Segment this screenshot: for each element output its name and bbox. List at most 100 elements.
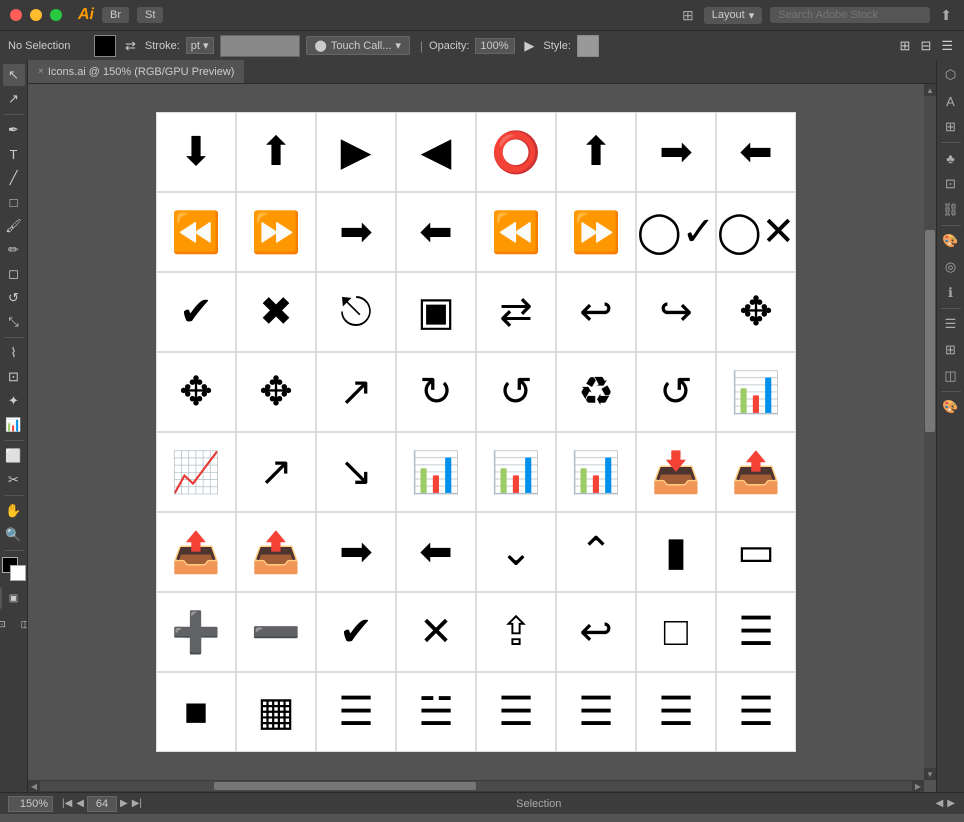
scroll-down-button[interactable]: ▼ bbox=[924, 768, 936, 780]
fill-container-btn[interactable]: ⊡ bbox=[0, 613, 13, 635]
pathfinder-btn[interactable]: ⊞ bbox=[940, 339, 962, 361]
icon-arrow-left-box[interactable]: ⬅ bbox=[396, 512, 476, 592]
scroll-left-button[interactable]: ◀ bbox=[28, 780, 40, 792]
search-stock-input[interactable] bbox=[770, 7, 930, 23]
gradient-mode-btn[interactable]: ▣ bbox=[3, 587, 25, 609]
maximize-button[interactable] bbox=[50, 9, 62, 21]
icon-check-circle-filled[interactable]: ✔ bbox=[156, 272, 236, 352]
icon-circle-arrow-up[interactable]: ⬆︎ bbox=[556, 112, 636, 192]
zoom-input[interactable] bbox=[8, 796, 53, 812]
last-page-btn[interactable]: ▶| bbox=[131, 796, 143, 812]
zoom-tool[interactable]: 🔍 bbox=[3, 524, 25, 546]
close-button[interactable] bbox=[10, 9, 22, 21]
type-tool[interactable]: T bbox=[3, 143, 25, 165]
icon-refresh-ccw[interactable]: ↺ bbox=[476, 352, 556, 432]
stroke-value[interactable]: pt ▾ bbox=[186, 37, 214, 54]
pen-tool[interactable]: ✒ bbox=[3, 119, 25, 141]
libraries-button[interactable]: A bbox=[940, 90, 962, 112]
line-tool[interactable]: ╱ bbox=[3, 167, 25, 189]
h-scroll-track[interactable] bbox=[40, 781, 912, 791]
icon-circle-arrow-right[interactable]: ➡ bbox=[636, 112, 716, 192]
icon-arrow-left-filled[interactable]: ◀ bbox=[396, 112, 476, 192]
icon-arrow-down-filled[interactable]: ⬇ bbox=[156, 112, 236, 192]
recolor-btn[interactable]: 🎨 bbox=[940, 230, 962, 252]
icon-reply[interactable]: ↩ bbox=[556, 592, 636, 672]
icon-grid-2x2[interactable]: ■ bbox=[156, 672, 236, 752]
rotate-tool[interactable]: ↺ bbox=[3, 287, 25, 309]
icon-tab-action[interactable]: ▣ bbox=[396, 272, 476, 352]
scroll-right-button[interactable]: ▶ bbox=[912, 780, 924, 792]
align-panel-btn[interactable]: ☰ bbox=[940, 313, 962, 335]
icon-share[interactable]: ⇪ bbox=[476, 592, 556, 672]
icon-arrow-right-box[interactable]: ➡ bbox=[316, 512, 396, 592]
scroll-up-button[interactable]: ▲ bbox=[924, 84, 936, 96]
icon-chevron-up-box[interactable]: ⌃ bbox=[556, 512, 636, 592]
h-scroll-thumb[interactable] bbox=[214, 782, 476, 790]
canvas[interactable]: ⬇ ⬆ ▶ ◀ ⭕ ⬆︎ ➡ ⬅ ⏪ ⏩ ➡ ⬅ ⏪ ⏩ ◯✓ ◯✕ bbox=[28, 84, 924, 780]
icon-x-circle-filled[interactable]: ✖ bbox=[236, 272, 316, 352]
icon-circle-x[interactable]: ◯✕ bbox=[716, 192, 796, 272]
icon-list-indent[interactable]: ☰ bbox=[636, 672, 716, 752]
hand-tool[interactable]: ✋ bbox=[3, 500, 25, 522]
opacity-input[interactable] bbox=[475, 38, 515, 54]
slice-tool[interactable]: ✂ bbox=[3, 469, 25, 491]
icon-list-3[interactable]: ☰ bbox=[476, 672, 556, 752]
status-prev-btn[interactable]: ◀ bbox=[935, 797, 945, 810]
fill-color-swatch[interactable] bbox=[94, 35, 116, 57]
icon-open-external[interactable]: 📤 bbox=[156, 512, 236, 592]
column-graph-tool[interactable]: 📊 bbox=[3, 414, 25, 436]
icon-window-close[interactable]: ✕ bbox=[396, 592, 476, 672]
cc-libraries-btn[interactable]: ♣ bbox=[940, 147, 962, 169]
direct-select-tool[interactable]: ↗ bbox=[3, 88, 25, 110]
icon-list-2[interactable]: ☱ bbox=[396, 672, 476, 752]
icon-refresh-cw[interactable]: ↻ bbox=[396, 352, 476, 432]
icon-circle-right-outline[interactable]: ⏩ bbox=[236, 192, 316, 272]
icon-circle-left-outline[interactable]: ⏪ bbox=[156, 192, 236, 272]
artboard-tool[interactable]: ⬜ bbox=[3, 445, 25, 467]
color-btn[interactable]: 🎨 bbox=[940, 396, 962, 418]
menu-button[interactable]: ☰ bbox=[938, 37, 956, 55]
icon-circle-arrow-left-outline[interactable]: ⬅ bbox=[396, 192, 476, 272]
warp-tool[interactable]: ⌇ bbox=[3, 342, 25, 364]
icon-terminal[interactable]: ▮ bbox=[636, 512, 716, 592]
icon-chart-board[interactable]: 📊 bbox=[556, 432, 636, 512]
links-btn[interactable]: ⛓ bbox=[940, 199, 962, 221]
export-button[interactable]: ⬡ bbox=[940, 64, 962, 86]
icon-list-detail[interactable]: ☰ bbox=[716, 592, 796, 672]
arrange-panels-button[interactable]: ⊞ bbox=[897, 37, 914, 55]
status-next-btn[interactable]: ▶ bbox=[946, 797, 956, 810]
opacity-expand-button[interactable]: ▶ bbox=[521, 37, 537, 55]
icon-recycle[interactable]: ♻ bbox=[556, 352, 636, 432]
symbol-sprayer-tool[interactable]: ✦ bbox=[3, 390, 25, 412]
icon-expand-diagonal[interactable]: ↗ bbox=[316, 352, 396, 432]
tab-close-icon[interactable]: × bbox=[38, 66, 44, 77]
document-tab[interactable]: × Icons.ai @ 150% (RGB/GPU Preview) bbox=[28, 60, 245, 83]
icon-undo[interactable]: ↩ bbox=[556, 272, 636, 352]
page-input[interactable] bbox=[87, 796, 117, 812]
appearance-btn[interactable]: ℹ bbox=[940, 282, 962, 304]
icon-redo[interactable]: ↪ bbox=[636, 272, 716, 352]
icon-arrow-up-filled[interactable]: ⬆ bbox=[236, 112, 316, 192]
scroll-thumb[interactable] bbox=[925, 230, 935, 432]
icon-circle-prev[interactable]: ⏪ bbox=[476, 192, 556, 272]
icon-circle-arrow-down[interactable]: ⭕ bbox=[476, 112, 556, 192]
icon-presentation-chart[interactable]: 📊 bbox=[396, 432, 476, 512]
icon-return[interactable]: ⎋ bbox=[316, 272, 396, 352]
icon-trending-down[interactable]: ↘ bbox=[316, 432, 396, 512]
eraser-tool[interactable]: ◻ bbox=[3, 263, 25, 285]
icon-bar-chart[interactable]: 📊 bbox=[716, 352, 796, 432]
icon-expand[interactable]: ✥ bbox=[156, 352, 236, 432]
properties-button[interactable]: ⊞ bbox=[940, 116, 962, 138]
icon-list-ordered[interactable]: ☰ bbox=[716, 672, 796, 752]
select-tool[interactable]: ↖ bbox=[3, 64, 25, 86]
scroll-track[interactable] bbox=[924, 96, 936, 768]
icon-circle-arrow-right-outline[interactable]: ➡ bbox=[316, 192, 396, 272]
icon-window[interactable]: ▭ bbox=[716, 512, 796, 592]
align-button[interactable]: ⊟ bbox=[917, 37, 934, 55]
icon-shrink[interactable]: ✥ bbox=[236, 352, 316, 432]
icon-presentation-2[interactable]: 📊 bbox=[476, 432, 556, 512]
icon-circle-arrow-left[interactable]: ⬅ bbox=[716, 112, 796, 192]
icon-collapse[interactable]: ✥ bbox=[716, 272, 796, 352]
stock-button[interactable]: St bbox=[137, 7, 163, 23]
prev-page-btn[interactable]: ◀ bbox=[75, 796, 85, 812]
